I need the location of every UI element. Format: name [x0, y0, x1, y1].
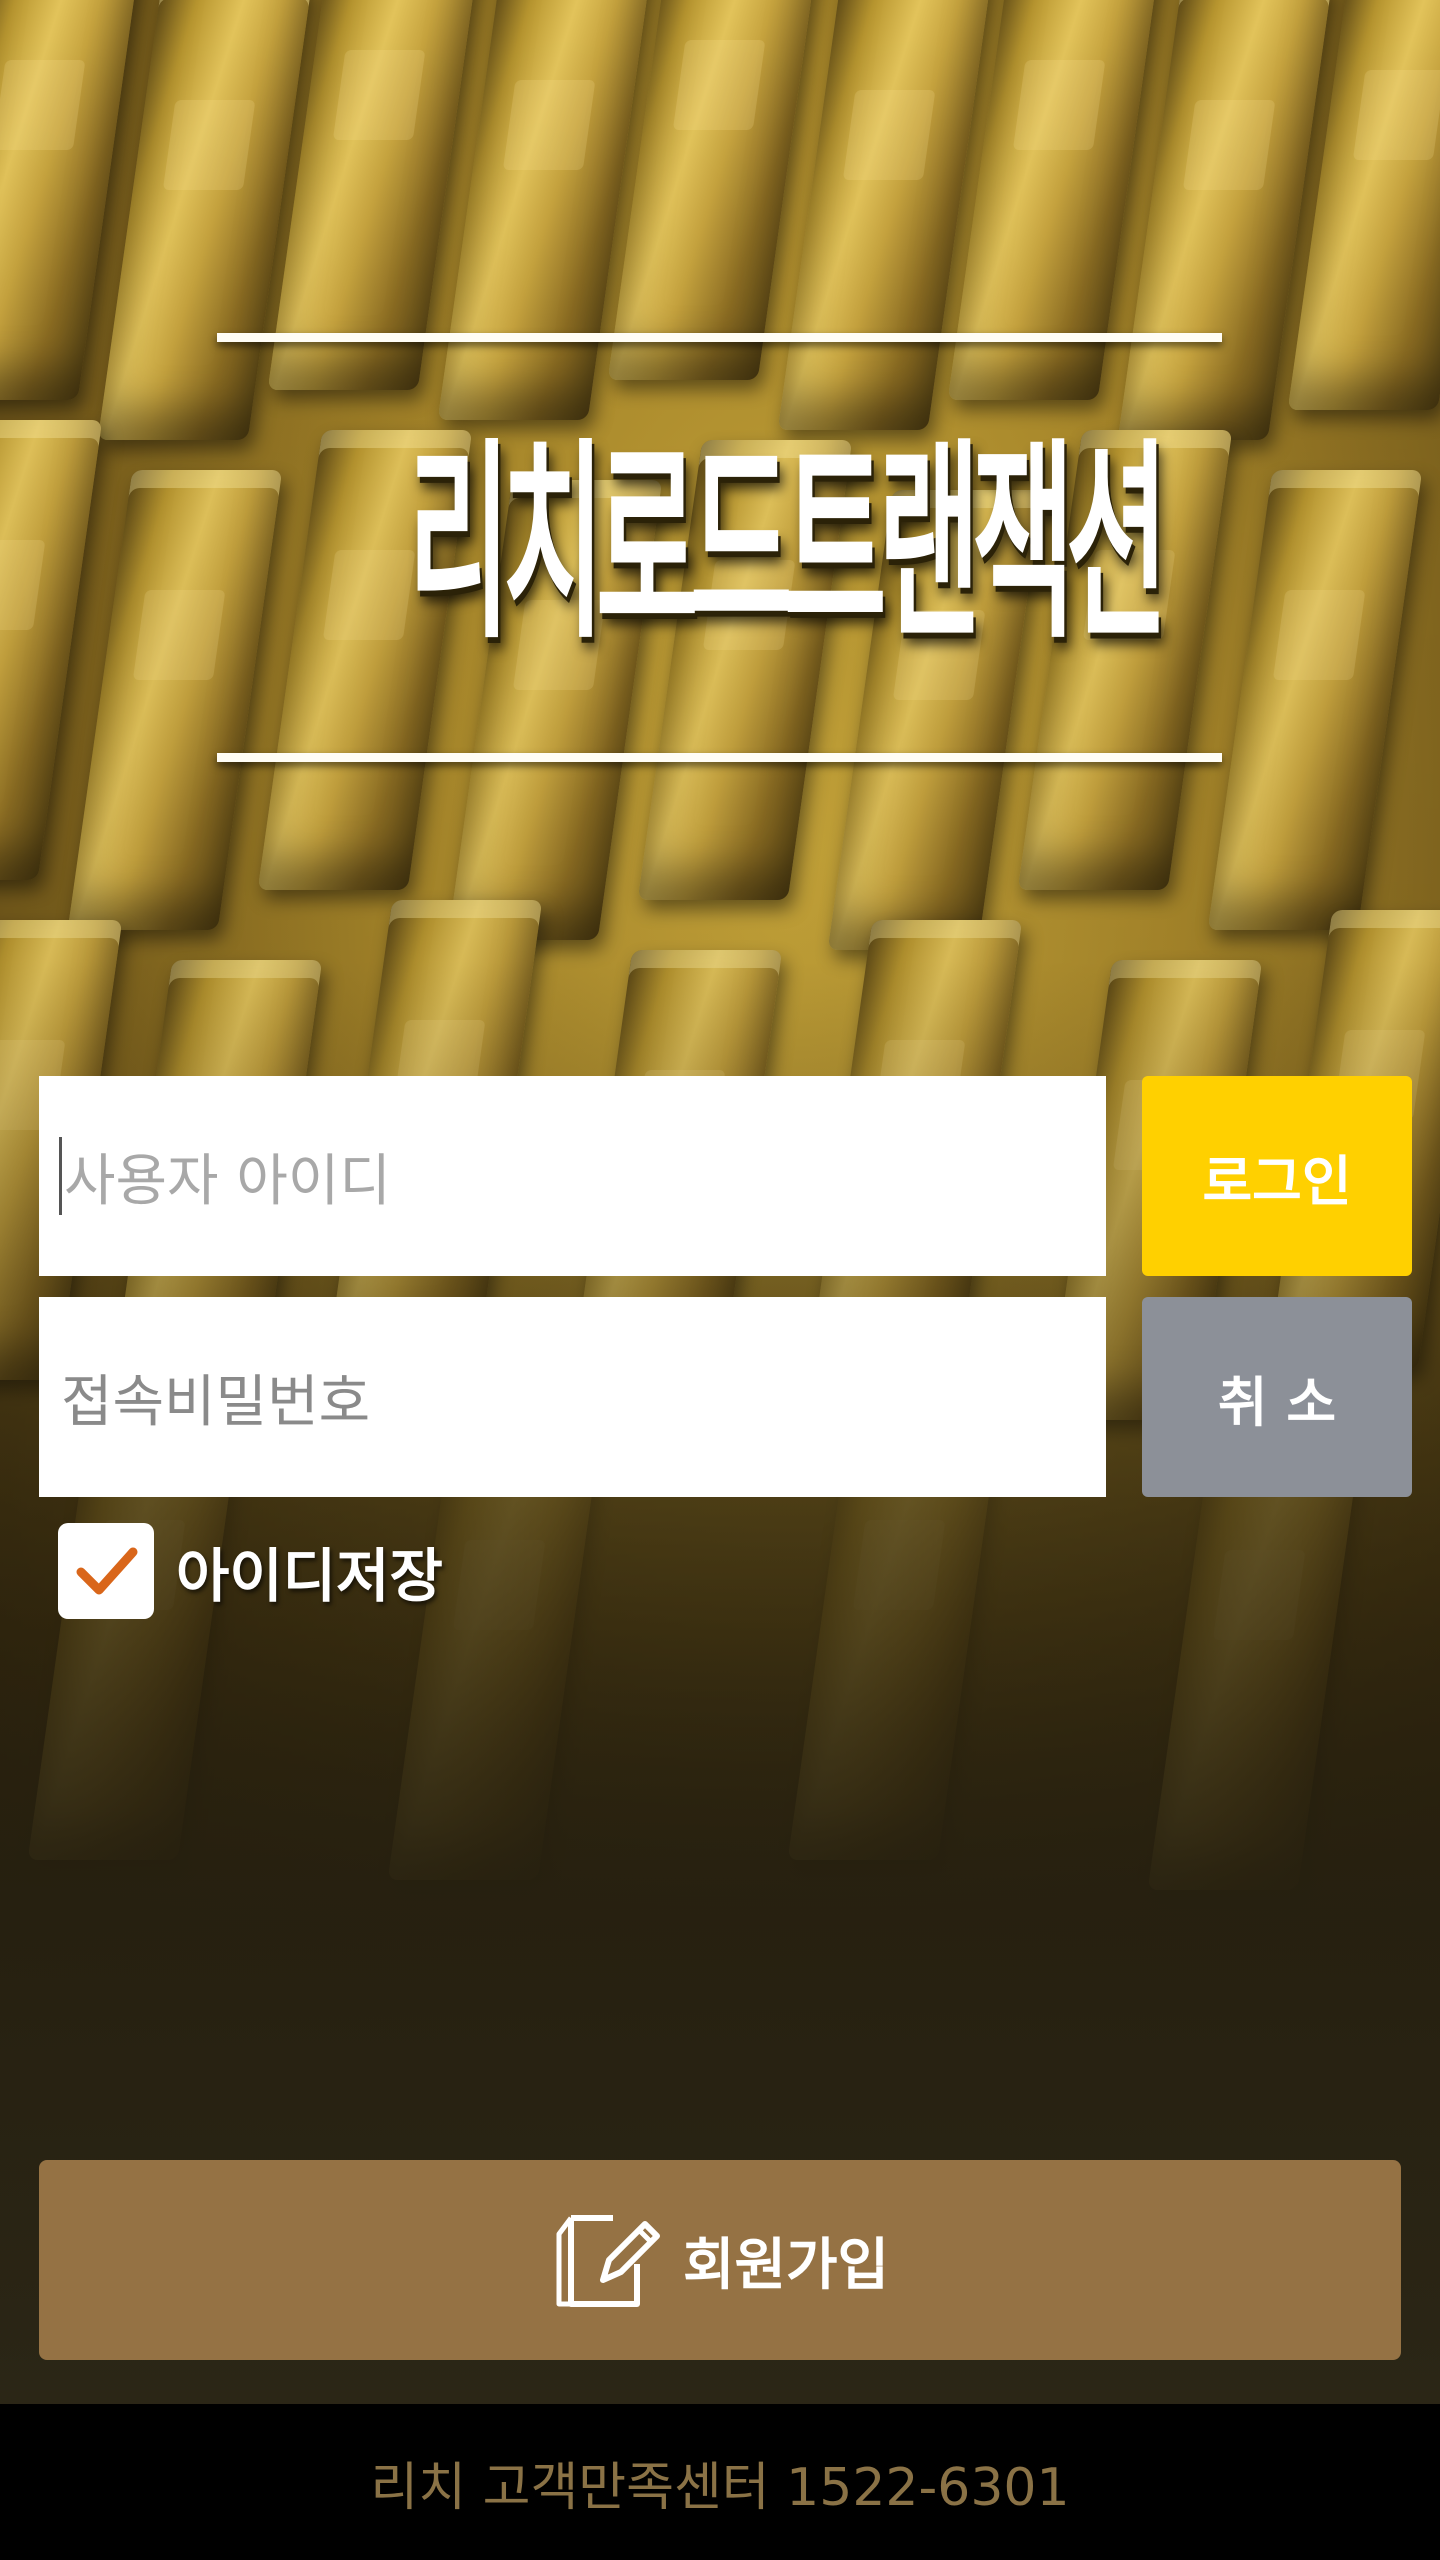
app-title: 리치로드트랜잭션	[407, 421, 1169, 668]
edit-document-icon	[556, 2215, 660, 2307]
password-placeholder: 접속비밀번호	[61, 1369, 371, 1435]
password-field[interactable]: 접속비밀번호	[39, 1297, 1106, 1497]
remember-id-option[interactable]: 아이디저장	[58, 1523, 443, 1619]
title-bottom-rule	[217, 753, 1222, 762]
customer-center-text: 리치 고객만족센터 1522-6301	[370, 2457, 1070, 2518]
title-top-rule	[217, 333, 1222, 342]
footer: 리치 고객만족센터 1522-6301	[0, 2404, 1440, 2560]
remember-id-label: 아이디저장	[176, 1542, 443, 1610]
login-button[interactable]: 로그인	[1142, 1076, 1412, 1276]
username-placeholder: 사용자 아이디	[64, 1148, 391, 1214]
signup-button[interactable]: 회원가입	[39, 2160, 1401, 2360]
text-cursor	[59, 1137, 62, 1215]
username-field[interactable]: 사용자 아이디	[39, 1076, 1106, 1276]
signup-label: 회원가입	[682, 2232, 890, 2298]
remember-id-checkbox[interactable]	[58, 1523, 154, 1619]
cancel-button[interactable]: 취 소	[1142, 1297, 1412, 1497]
checkmark-icon	[76, 1547, 138, 1595]
